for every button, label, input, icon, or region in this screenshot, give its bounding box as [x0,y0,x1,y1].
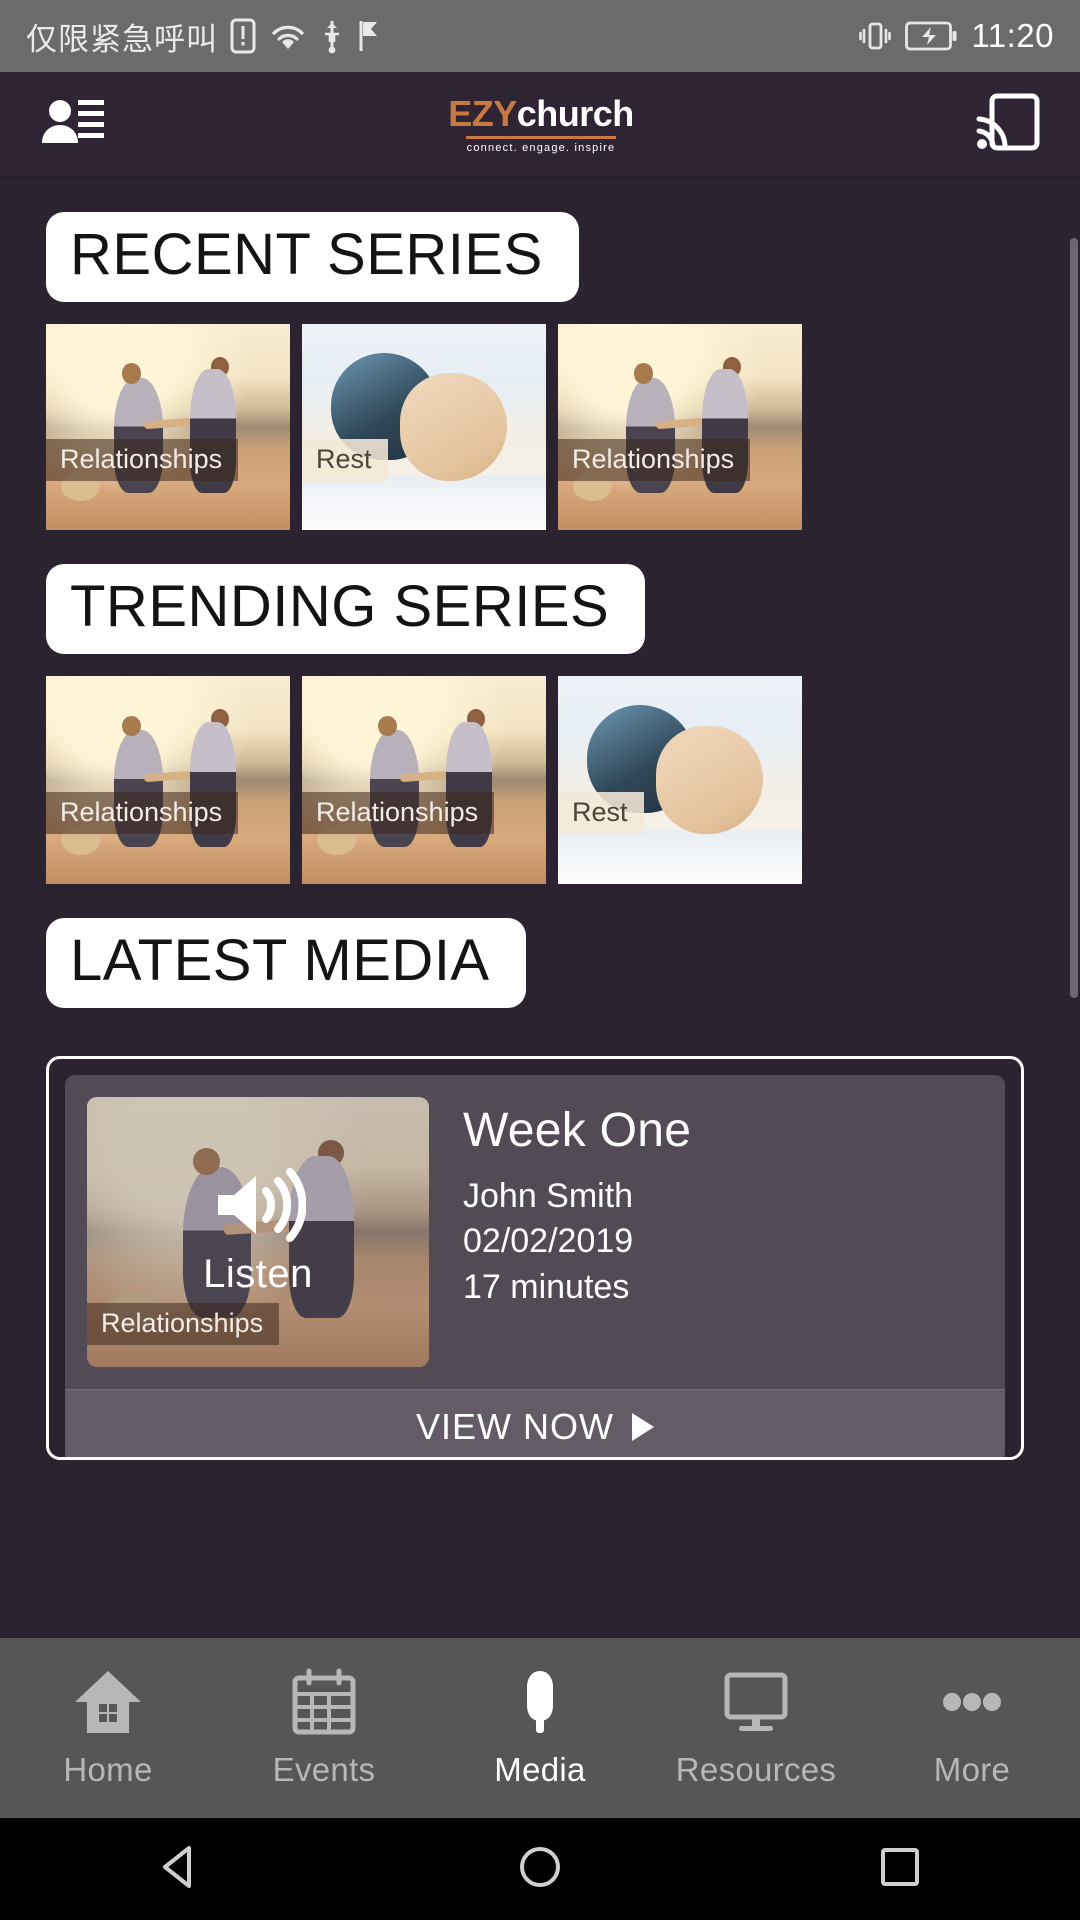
app-screen: 仅限紧急呼叫 11:20 EZYchurch connect. engage. … [0,0,1080,1920]
vibrate-icon [859,19,892,53]
media-item-card[interactable]: Listen Relationships Week One John Smith… [65,1075,1005,1457]
series-label: Relationships [302,792,495,835]
microphone-icon [503,1668,577,1741]
flag-icon [356,18,382,54]
series-label: Relationships [558,438,751,481]
media-duration: 17 minutes [463,1267,630,1306]
volume-speaker-icon [210,1167,307,1248]
logo-underline [465,135,616,139]
system-navigation-bar [0,1818,1080,1920]
nav-label: Media [494,1750,586,1788]
media-speaker: John Smith [463,1177,634,1215]
logo-text-church: church [516,92,635,134]
logo-text-ezy: EZY [448,92,517,134]
usb-icon [320,18,344,54]
series-label: Rest [302,438,388,481]
view-now-button[interactable]: VIEW NOW [65,1389,1005,1457]
wifi-icon [268,19,308,53]
series-card[interactable]: Relationships [46,676,290,884]
cast-icon[interactable] [976,93,1040,156]
trending-series-row[interactable]: Relationships Relationships Rest [0,676,1080,884]
sim-alert-icon [230,18,256,54]
series-label: Rest [558,792,644,835]
status-bar-left: 仅限紧急呼叫 [26,14,859,59]
series-artwork-relationships [46,676,290,884]
nav-item-more[interactable]: More [864,1668,1080,1789]
nav-item-media[interactable]: Media [432,1668,648,1789]
clock-label: 11:20 [971,17,1054,54]
calendar-icon [287,1668,361,1741]
recent-series-row[interactable]: Relationships Rest Relationships [0,324,1080,530]
section-title: TRENDING SERIES [70,574,610,639]
battery-charging-icon [905,21,957,51]
bottom-navigation: Home Events Media Resources More [0,1638,1080,1818]
nav-item-events[interactable]: Events [216,1668,432,1789]
section-header-latest-media: LATEST MEDIA [46,918,526,1008]
latest-media-panel[interactable]: Listen Relationships Week One John Smith… [46,1056,1024,1460]
section-header-recent-series: RECENT SERIES [46,212,579,302]
status-bar: 仅限紧急呼叫 11:20 [0,0,1080,72]
series-artwork-relationships [46,324,290,530]
ellipsis-icon [935,1668,1009,1741]
home-circle-icon[interactable] [513,1840,567,1899]
series-label: Relationships [46,438,239,481]
series-artwork-rest [302,324,546,530]
series-card[interactable]: Relationships [302,676,546,884]
media-series-label: Relationships [87,1303,280,1346]
vertical-scrollbar[interactable] [1070,238,1078,998]
app-header: EZYchurch connect. engage. inspire [0,72,1080,178]
series-card[interactable]: Relationships [558,324,802,530]
series-card[interactable]: Rest [302,324,546,530]
ezychurch-logo: EZYchurch connect. engage. inspire [448,92,635,154]
logo-tagline: connect. engage. inspire [466,141,616,154]
contacts-list-icon[interactable] [40,95,106,154]
carrier-label: 仅限紧急呼叫 [26,21,218,57]
back-triangle-icon[interactable] [153,1840,207,1899]
media-thumbnail[interactable]: Listen Relationships [87,1097,429,1367]
home-icon [71,1668,145,1741]
nav-label: Home [63,1750,153,1788]
nav-item-resources[interactable]: Resources [648,1668,864,1789]
media-title: Week One [463,1104,692,1157]
play-triangle-icon [631,1412,654,1441]
nav-label: Events [272,1750,376,1788]
section-header-trending-series: TRENDING SERIES [46,564,646,654]
listen-label: Listen [203,1252,313,1296]
nav-label: Resources [675,1750,837,1788]
section-title: LATEST MEDIA [70,928,490,993]
series-card[interactable]: Relationships [46,324,290,530]
series-artwork-relationships [558,324,802,530]
section-title: RECENT SERIES [70,222,543,287]
media-item-meta: Week One John Smith 02/02/2019 17 minute… [463,1097,691,1367]
series-label: Relationships [46,792,239,835]
media-item-body: Listen Relationships Week One John Smith… [65,1075,1005,1389]
series-artwork-rest [558,676,802,884]
view-now-label: VIEW NOW [416,1405,614,1447]
monitor-icon [719,1668,793,1741]
recents-square-icon[interactable] [873,1840,927,1899]
media-date: 02/02/2019 [463,1222,634,1261]
series-card[interactable]: Rest [558,676,802,884]
nav-label: More [933,1750,1011,1788]
status-bar-right: 11:20 [859,17,1054,55]
series-artwork-relationships [302,676,546,884]
nav-item-home[interactable]: Home [0,1668,216,1789]
